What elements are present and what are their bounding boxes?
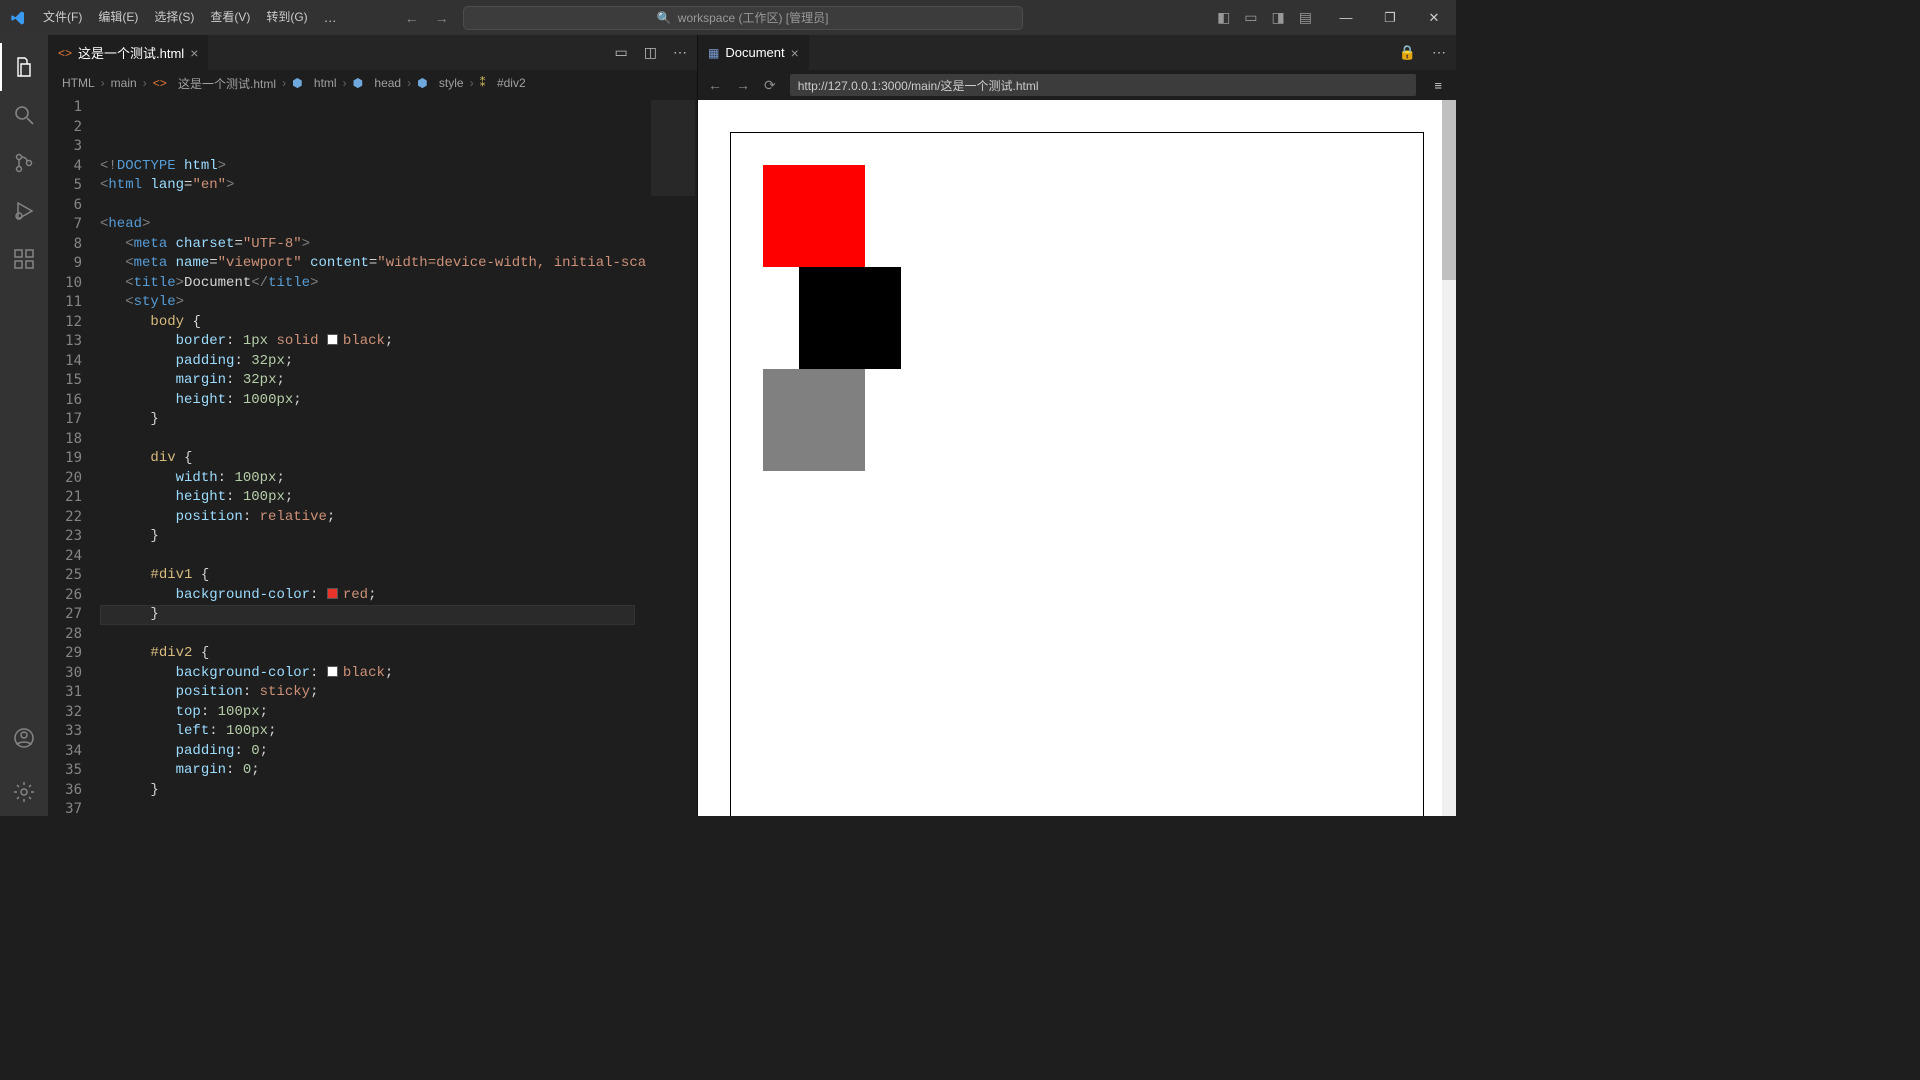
editor-actions-left: ▭ ◫ ⋯ xyxy=(605,44,697,61)
tab-file[interactable]: <> 这是一个测试.html × xyxy=(48,35,209,70)
browser-toolbar: ← → ⟳ ≡ xyxy=(698,70,1456,100)
tab-close-icon[interactable]: × xyxy=(791,45,799,61)
chevron-right-icon: › xyxy=(143,76,147,90)
more-actions-icon[interactable]: ⋯ xyxy=(1432,44,1446,61)
crumb-head[interactable]: ⬢ head xyxy=(353,76,402,90)
browser-menu-icon[interactable]: ≡ xyxy=(1430,76,1446,95)
vscode-logo xyxy=(0,10,35,26)
chevron-right-icon: › xyxy=(282,76,286,90)
preview-icon: ▦ xyxy=(708,46,719,60)
preview-scrollbar[interactable] xyxy=(1442,100,1456,816)
window-minimize-icon[interactable]: — xyxy=(1324,0,1368,35)
search-icon: 🔍 xyxy=(657,11,672,25)
browser-forward-icon[interactable]: → xyxy=(736,77,750,93)
code-area[interactable]: <!DOCTYPE html><html lang="en"> <head> <… xyxy=(100,96,647,816)
chevron-right-icon: › xyxy=(343,76,347,90)
toggle-panel-bottom-icon[interactable]: ▭ xyxy=(1244,9,1257,26)
crumb-folder-root[interactable]: HTML xyxy=(62,76,95,90)
html-file-icon: <> xyxy=(58,46,72,60)
activity-explorer-icon[interactable] xyxy=(0,43,48,91)
nav-forward-icon[interactable]: → xyxy=(435,10,449,26)
tab-close-icon[interactable]: × xyxy=(190,45,198,61)
tab-file-label: 这是一个测试.html xyxy=(78,43,184,62)
tab-bar-left: <> 这是一个测试.html × ▭ ◫ ⋯ xyxy=(48,35,697,70)
editor-group: <> 这是一个测试.html × ▭ ◫ ⋯ HTML › main › <> … xyxy=(48,35,1456,816)
titlebar-right: ◧ ▭ ◨ ▤ — ❐ ✕ xyxy=(1205,0,1456,35)
minimap[interactable] xyxy=(647,96,697,816)
menu-select[interactable]: 选择(S) xyxy=(146,0,202,35)
tab-bar-right: ▦ Document × 🔒 ⋯ xyxy=(698,35,1456,70)
preview-document-body xyxy=(730,132,1424,816)
history-nav: ← → xyxy=(405,10,449,26)
activity-settings-icon[interactable] xyxy=(0,768,48,816)
browser-back-icon[interactable]: ← xyxy=(708,77,722,93)
menu-goto[interactable]: 转到(G) xyxy=(258,0,315,35)
preview-div2 xyxy=(799,267,901,369)
crumb-file[interactable]: <> 这是一个测试.html xyxy=(153,75,276,92)
editor-right: ▦ Document × 🔒 ⋯ ← → ⟳ ≡ xyxy=(698,35,1456,816)
lock-icon[interactable]: 🔒 xyxy=(1399,44,1416,61)
line-numbers: 1234567891011121314151617181920212223242… xyxy=(48,96,100,816)
activity-bar xyxy=(0,35,48,816)
activity-accounts-icon[interactable] xyxy=(0,714,48,762)
toggle-panel-left-icon[interactable]: ◧ xyxy=(1217,9,1230,26)
toggle-panel-right-icon[interactable]: ◨ xyxy=(1272,9,1285,26)
window-restore-icon[interactable]: ❐ xyxy=(1368,0,1412,35)
preview-div3 xyxy=(763,369,865,471)
menu-bar: 文件(F) 编辑(E) 选择(S) 查看(V) 转到(G) … xyxy=(35,0,345,35)
chevron-right-icon: › xyxy=(470,76,474,90)
menu-more[interactable]: … xyxy=(316,0,345,35)
tab-preview[interactable]: ▦ Document × xyxy=(698,35,810,70)
preview-scrollbar-thumb[interactable] xyxy=(1442,100,1456,280)
crumb-style[interactable]: ⬢ style xyxy=(417,76,464,90)
browser-viewport[interactable] xyxy=(698,100,1456,816)
browser-reload-icon[interactable]: ⟳ xyxy=(764,77,776,94)
activity-search-icon[interactable] xyxy=(0,91,48,139)
split-editor-icon[interactable]: ◫ xyxy=(644,44,657,61)
crumb-html[interactable]: ⬢ html xyxy=(292,76,337,90)
editor-actions-right: 🔒 ⋯ xyxy=(1389,44,1456,61)
more-actions-icon[interactable]: ⋯ xyxy=(673,44,687,61)
crumb-folder-main[interactable]: main xyxy=(111,76,137,90)
customize-layout-icon[interactable]: ▤ xyxy=(1299,9,1312,26)
activity-debug-icon[interactable] xyxy=(0,187,48,235)
activity-scm-icon[interactable] xyxy=(0,139,48,187)
breadcrumb: HTML › main › <> 这是一个测试.html › ⬢ html › … xyxy=(48,70,697,96)
nav-back-icon[interactable]: ← xyxy=(405,10,419,26)
run-preview-icon[interactable]: ▭ xyxy=(615,44,628,61)
chevron-right-icon: › xyxy=(407,76,411,90)
browser-url-input[interactable] xyxy=(790,74,1417,96)
editor-left: <> 这是一个测试.html × ▭ ◫ ⋯ HTML › main › <> … xyxy=(48,35,698,816)
window-close-icon[interactable]: ✕ xyxy=(1412,0,1456,35)
chevron-right-icon: › xyxy=(101,76,105,90)
workbench: <> 这是一个测试.html × ▭ ◫ ⋯ HTML › main › <> … xyxy=(0,35,1456,816)
title-bar: 文件(F) 编辑(E) 选择(S) 查看(V) 转到(G) … ← → 🔍 wo… xyxy=(0,0,1456,35)
menu-edit[interactable]: 编辑(E) xyxy=(90,0,146,35)
tab-preview-label: Document xyxy=(725,45,784,60)
editor-body[interactable]: 1234567891011121314151617181920212223242… xyxy=(48,96,697,816)
layout-controls: ◧ ▭ ◨ ▤ xyxy=(1205,9,1324,26)
menu-view[interactable]: 查看(V) xyxy=(202,0,258,35)
command-center-text: workspace (工作区) [管理员] xyxy=(678,9,829,26)
activity-extensions-icon[interactable] xyxy=(0,235,48,283)
crumb-div2[interactable]: ⁑ #div2 xyxy=(480,76,526,90)
menu-file[interactable]: 文件(F) xyxy=(35,0,90,35)
minimap-viewport[interactable] xyxy=(651,100,695,196)
command-center[interactable]: 🔍 workspace (工作区) [管理员] xyxy=(463,6,1023,30)
preview-div1 xyxy=(763,165,865,267)
